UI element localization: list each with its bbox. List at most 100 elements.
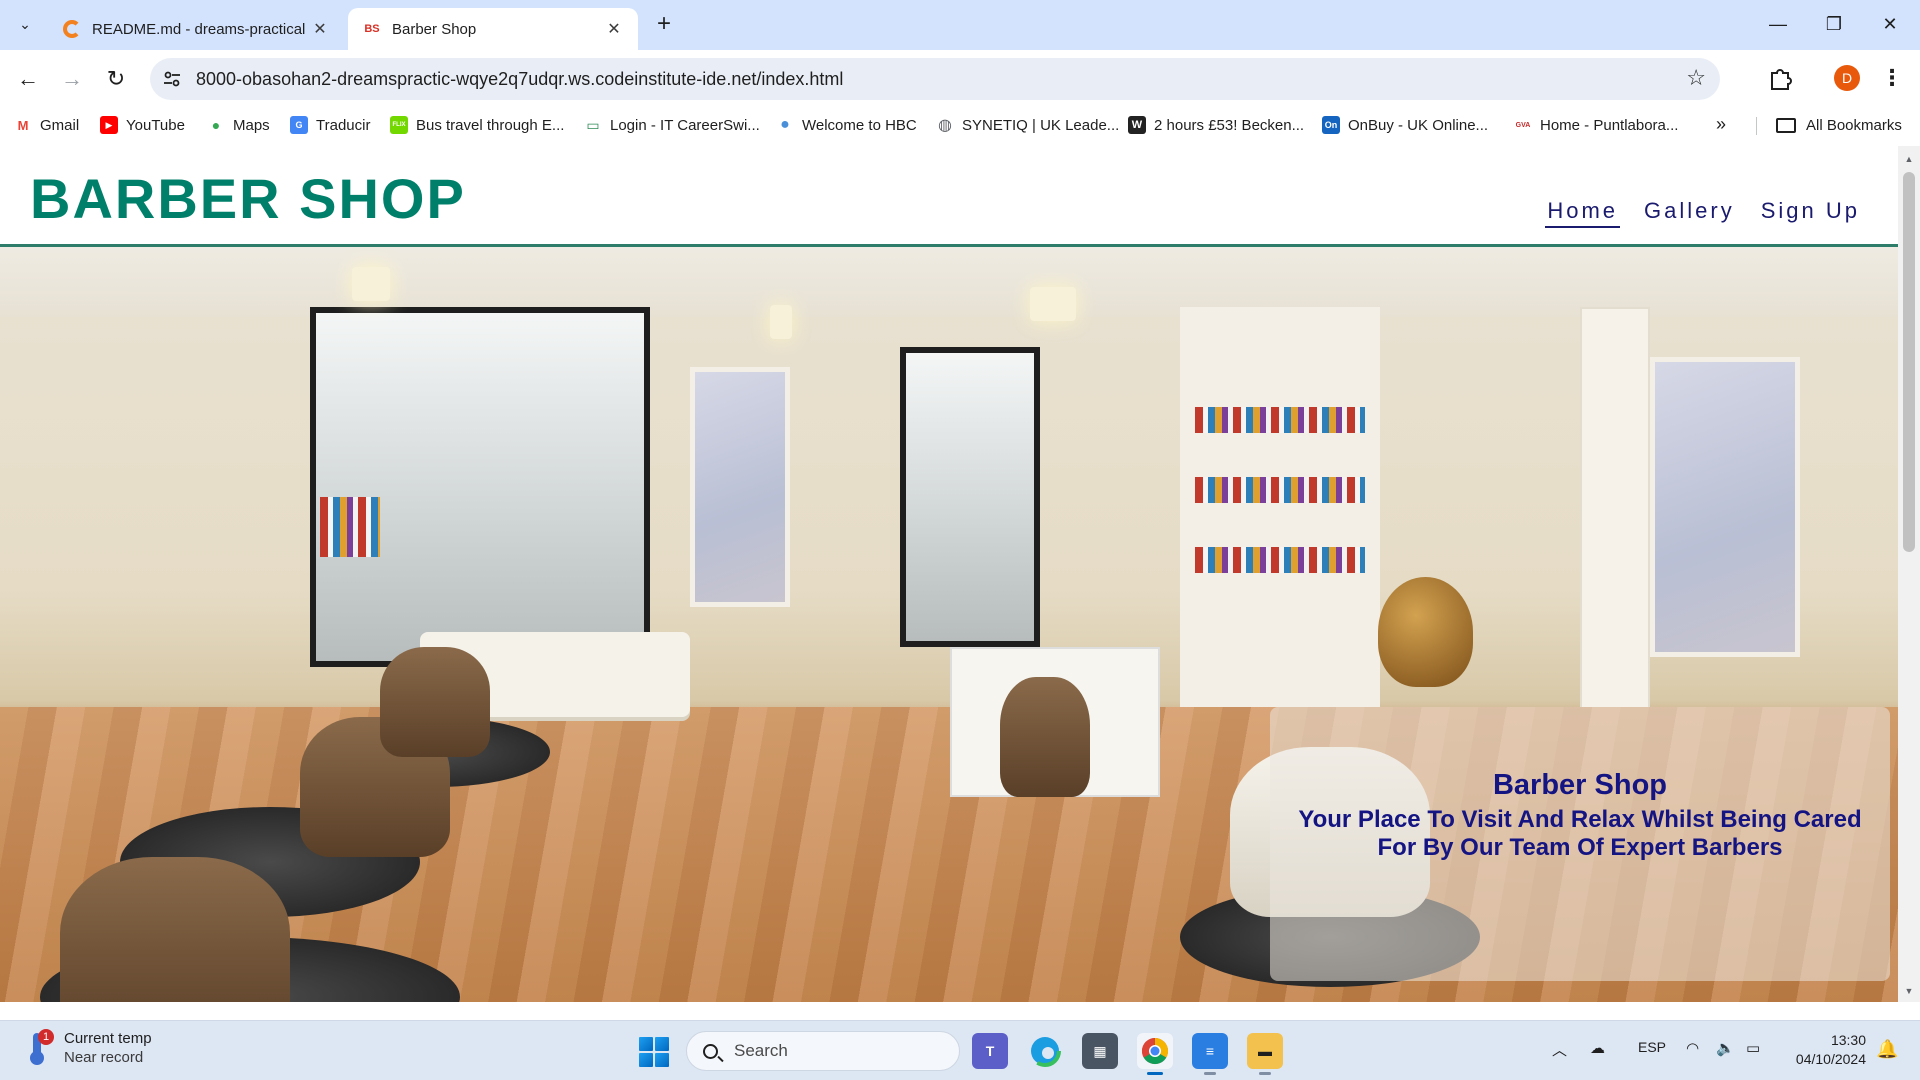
news-icon: W bbox=[1128, 116, 1146, 134]
restore-button[interactable]: ❐ bbox=[1814, 10, 1854, 38]
hero-subtitle: Your Place To Visit And Relax Whilst Bei… bbox=[1298, 806, 1862, 861]
site-info-icon[interactable] bbox=[162, 69, 182, 89]
bookmark-careerswitch[interactable]: ▭ Login - IT CareerSwi... bbox=[584, 112, 760, 138]
onedrive-icon[interactable]: ☁ bbox=[1590, 1039, 1605, 1057]
hero-wall-panel bbox=[1580, 307, 1650, 727]
url-text[interactable]: 8000-obasohan2-dreamspractic-wqye2q7udqr… bbox=[196, 69, 843, 90]
folder-icon bbox=[1776, 117, 1796, 133]
language-indicator[interactable]: ESP bbox=[1638, 1039, 1666, 1055]
calculator-icon[interactable]: ▦ bbox=[1082, 1033, 1118, 1069]
show-hidden-icons[interactable]: ︿ bbox=[1552, 1039, 1567, 1060]
nav-link-home[interactable]: Home bbox=[1545, 198, 1621, 228]
bookmark-youtube[interactable]: ▶ YouTube bbox=[100, 112, 185, 138]
hero-image: Barber Shop Your Place To Visit And Rela… bbox=[0, 247, 1898, 1002]
hero-shelving bbox=[1180, 307, 1380, 727]
bookmarks-divider bbox=[1756, 117, 1757, 135]
bookmark-puntlabora[interactable]: GVA Home - Puntlabora... bbox=[1514, 112, 1678, 138]
more-bookmarks-icon[interactable]: » bbox=[1716, 114, 1726, 135]
tab-readme[interactable]: README.md - dreams-practical ✕ bbox=[48, 8, 344, 50]
page-scrollbar[interactable]: ▲ ▼ bbox=[1898, 146, 1920, 1002]
chevron-down-icon: ⌄ bbox=[19, 15, 31, 32]
page-viewport: BARBER SHOP Home Gallery Sign Up Barber … bbox=[0, 146, 1920, 1002]
reload-button[interactable]: ↻ bbox=[100, 63, 132, 95]
back-button[interactable]: ← bbox=[12, 63, 44, 95]
hero-products bbox=[1195, 477, 1365, 503]
battery-icon[interactable]: ▭ bbox=[1746, 1039, 1760, 1057]
bs-favicon-icon: BS bbox=[364, 22, 380, 35]
hero-window bbox=[310, 307, 650, 667]
hero-chair bbox=[1000, 677, 1090, 797]
chrome-menu-icon[interactable]: ⋮ bbox=[1880, 63, 1904, 93]
tab-barber-shop[interactable]: BS Barber Shop ✕ bbox=[348, 8, 638, 50]
site-logo[interactable]: BARBER SHOP bbox=[30, 166, 466, 231]
file-explorer-icon[interactable]: ▬ bbox=[1247, 1033, 1283, 1075]
hero-products bbox=[320, 497, 380, 557]
hero-caption-card: Barber Shop Your Place To Visit And Rela… bbox=[1270, 707, 1890, 981]
onbuy-icon: On bbox=[1322, 116, 1340, 134]
hero-products bbox=[1195, 407, 1365, 433]
thermometer-icon: 1 bbox=[26, 1029, 54, 1065]
bookmark-traducir[interactable]: G Traducir bbox=[290, 112, 370, 138]
gmail-icon: M bbox=[14, 116, 32, 134]
all-bookmarks-button[interactable]: All Bookmarks bbox=[1776, 112, 1902, 138]
bookmark-maps[interactable]: ● Maps bbox=[207, 112, 270, 138]
tab-search-button[interactable]: ⌄ bbox=[10, 9, 40, 39]
system-clock[interactable]: 13:30 04/10/2024 bbox=[1780, 1031, 1866, 1069]
clock-date: 04/10/2024 bbox=[1795, 1051, 1866, 1067]
youtube-icon: ▶ bbox=[100, 116, 118, 134]
notification-bell-icon[interactable]: 🔔 bbox=[1876, 1039, 1898, 1060]
scroll-up-icon[interactable]: ▲ bbox=[1898, 150, 1920, 168]
hero-lamp bbox=[770, 305, 792, 339]
nav-link-gallery[interactable]: Gallery bbox=[1642, 198, 1737, 228]
profile-avatar[interactable]: D bbox=[1834, 65, 1860, 91]
address-bar[interactable]: 8000-obasohan2-dreamspractic-wqye2q7udqr… bbox=[150, 58, 1720, 100]
bookmark-news[interactable]: W 2 hours £53! Becken... bbox=[1128, 112, 1304, 138]
new-tab-button[interactable]: + bbox=[650, 11, 678, 39]
wifi-icon[interactable]: ◠ bbox=[1686, 1039, 1699, 1057]
bookmark-star-icon[interactable]: ☆ bbox=[1686, 65, 1706, 91]
close-tab-icon[interactable]: ✕ bbox=[604, 19, 624, 39]
scroll-down-icon[interactable]: ▼ bbox=[1898, 982, 1920, 1000]
weather-widget[interactable]: 1 Current temp Near record bbox=[26, 1029, 152, 1067]
hero-lamp bbox=[1030, 287, 1076, 321]
bookmark-hbc[interactable]: ● Welcome to HBC bbox=[776, 112, 917, 138]
minimize-button[interactable]: — bbox=[1758, 10, 1798, 38]
taskbar: 1 Current temp Near record Search T ▦ ≡ … bbox=[0, 1020, 1920, 1080]
bookmark-flixbus[interactable]: FLIX Bus travel through E... bbox=[390, 112, 564, 138]
weather-subtitle: Near record bbox=[64, 1049, 144, 1066]
notepad-icon[interactable]: ≡ bbox=[1192, 1033, 1228, 1075]
close-tab-icon[interactable]: ✕ bbox=[310, 19, 330, 39]
search-icon bbox=[703, 1043, 718, 1059]
hbc-icon: ● bbox=[776, 116, 794, 134]
hero-door bbox=[900, 347, 1040, 647]
tab-title: README.md - dreams-practical bbox=[92, 20, 306, 38]
edge-icon[interactable] bbox=[1027, 1033, 1063, 1069]
notification-badge: 1 bbox=[38, 1029, 54, 1045]
maps-icon: ● bbox=[207, 116, 225, 134]
translate-icon: G bbox=[290, 116, 308, 134]
close-window-button[interactable]: ✕ bbox=[1870, 10, 1910, 38]
hero-lamp bbox=[352, 267, 390, 301]
hero-mirror bbox=[690, 367, 790, 607]
chrome-icon[interactable] bbox=[1137, 1033, 1173, 1075]
teams-icon[interactable]: T bbox=[972, 1033, 1008, 1069]
browser-toolbar: ← → ↻ 8000-obasohan2-dreamspractic-wqye2… bbox=[0, 50, 1920, 108]
nav-link-sign-up[interactable]: Sign Up bbox=[1759, 198, 1862, 228]
scroll-thumb[interactable] bbox=[1903, 172, 1915, 552]
search-placeholder: Search bbox=[734, 1041, 788, 1060]
forward-button[interactable]: → bbox=[56, 63, 88, 95]
gitpod-icon bbox=[62, 19, 82, 39]
gva-icon: GVA bbox=[1514, 116, 1532, 134]
windows-start-icon[interactable] bbox=[639, 1037, 669, 1067]
bookmark-gmail[interactable]: M Gmail bbox=[14, 112, 79, 138]
extensions-icon[interactable] bbox=[1765, 63, 1795, 93]
taskbar-search[interactable]: Search bbox=[686, 1031, 960, 1071]
hero-products bbox=[1195, 547, 1365, 573]
tab-strip: ⌄ README.md - dreams-practical ✕ BS Barb… bbox=[0, 0, 1920, 50]
bookmark-onbuy[interactable]: On OnBuy - UK Online... bbox=[1322, 112, 1488, 138]
bookmark-synetiq[interactable]: ◍ SYNETIQ | UK Leade... bbox=[936, 112, 1119, 138]
hero-title: Barber Shop bbox=[1492, 769, 1668, 801]
volume-icon[interactable]: 🔈 bbox=[1716, 1039, 1735, 1057]
hero-mirror bbox=[1650, 357, 1800, 657]
hero-barber-chair bbox=[60, 857, 290, 1002]
